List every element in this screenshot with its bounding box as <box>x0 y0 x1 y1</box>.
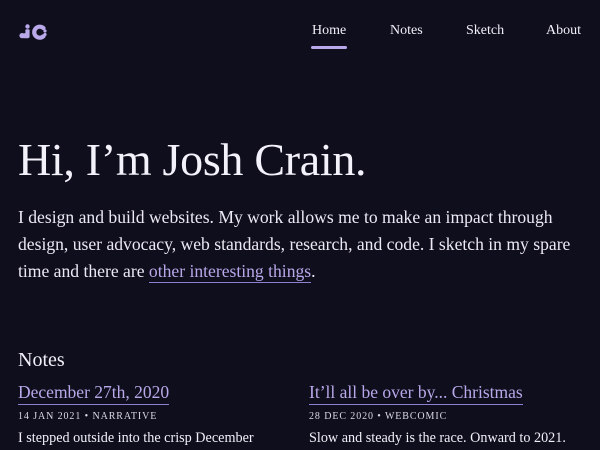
nav-sketch-link[interactable]: Sketch <box>466 23 504 39</box>
note-category: WEBCOMIC <box>384 411 448 422</box>
note-date: 14 JAN 2021 <box>18 411 82 422</box>
main-nav: Home Notes Sketch About <box>0 23 600 51</box>
note-card: It’ll all be over by... Christmas 28 DEC… <box>309 380 579 448</box>
nav-about-link[interactable]: About <box>546 23 581 39</box>
note-title-link[interactable]: It’ll all be over by... Christmas <box>309 380 523 405</box>
hero-title: Hi, I’m Josh Crain. <box>18 134 367 185</box>
note-date: 28 DEC 2020 <box>309 411 374 422</box>
intro-paragraph: I design and build websites. My work all… <box>18 204 588 285</box>
note-excerpt: I stepped outside into the crisp Decembe… <box>18 430 254 446</box>
note-meta: 14 JAN 2021 • NARRATIVE <box>18 411 158 422</box>
site-header: Home Notes Sketch About <box>0 0 600 64</box>
note-title-link[interactable]: December 27th, 2020 <box>18 380 170 405</box>
notes-heading: Notes <box>18 349 65 371</box>
nav-notes-link[interactable]: Notes <box>390 23 423 39</box>
note-category: NARRATIVE <box>92 411 158 422</box>
nav-home-link[interactable]: Home <box>310 23 348 49</box>
note-meta: 28 DEC 2020 • WEBCOMIC <box>309 411 448 422</box>
note-card: December 27th, 2020 14 JAN 2021 • NARRAT… <box>18 380 288 448</box>
note-excerpt: Slow and steady is the race. Onward to 2… <box>309 430 566 446</box>
other-interesting-things-link[interactable]: other interesting things <box>148 261 312 283</box>
intro-end: . <box>311 261 316 281</box>
